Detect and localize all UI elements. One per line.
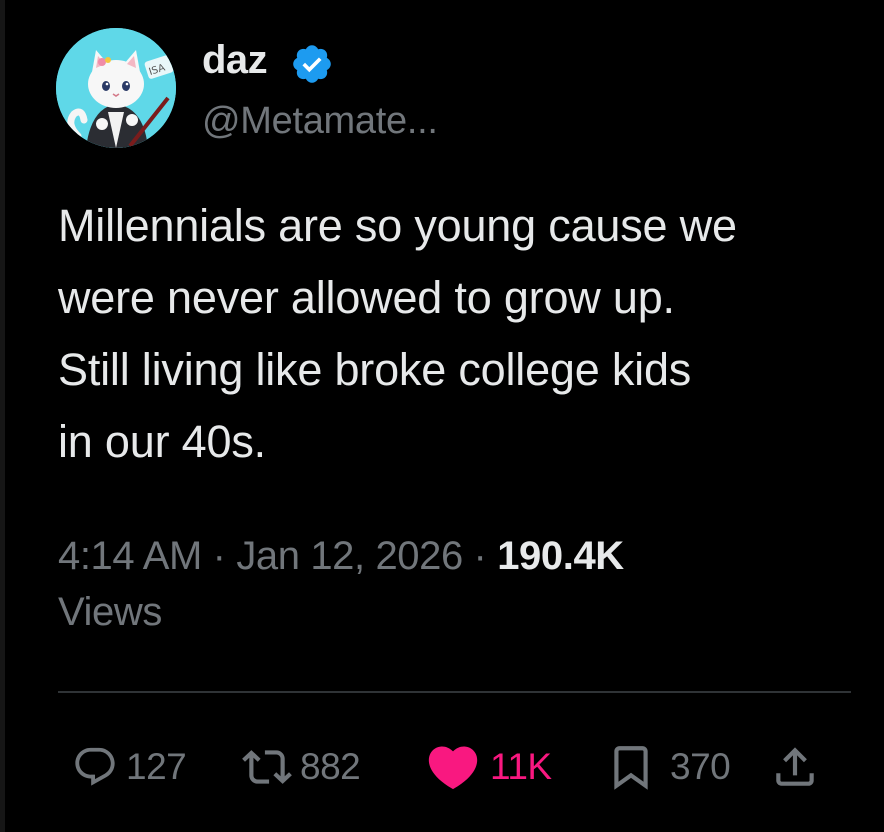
white-cat-avatar-icon: ISA bbox=[56, 28, 176, 148]
retweet-button[interactable]: 882 bbox=[242, 734, 361, 800]
tweet-date[interactable]: Jan 12, 2026 bbox=[236, 534, 463, 578]
meta-separator: · bbox=[201, 534, 237, 578]
bookmark-icon bbox=[614, 746, 648, 790]
user-handle[interactable]: @Metamate... bbox=[202, 98, 438, 144]
reply-icon bbox=[75, 747, 115, 786]
retweet-count: 882 bbox=[300, 746, 361, 787]
views-count: 190.4K bbox=[497, 534, 624, 578]
meta-separator: · bbox=[462, 534, 498, 578]
bookmark-button[interactable]: 370 bbox=[606, 734, 731, 800]
verified-badge-icon bbox=[293, 45, 331, 83]
left-border bbox=[0, 0, 5, 832]
tweet-text: Millennials are so young cause we were n… bbox=[58, 200, 737, 467]
reply-button[interactable]: 127 bbox=[72, 734, 187, 800]
share-icon bbox=[776, 747, 814, 786]
bookmark-count: 370 bbox=[670, 746, 731, 787]
tweet-header: ISA daz @Metamate... bbox=[56, 28, 836, 148]
like-button[interactable]: 11K bbox=[424, 734, 552, 800]
tweet-meta: 4:14 AM · Jan 12, 2026 · 190.4K Views bbox=[58, 528, 858, 640]
heart-icon bbox=[428, 746, 478, 790]
views-label: Views bbox=[58, 590, 162, 634]
divider bbox=[58, 691, 851, 693]
tweet-detail: ISA daz @Metamate... Millennials are so … bbox=[0, 0, 884, 832]
action-bar: 127 882 11K 370 bbox=[58, 734, 848, 800]
display-name[interactable]: daz bbox=[202, 36, 268, 84]
retweet-icon bbox=[242, 750, 292, 784]
tweet-time[interactable]: 4:14 AM bbox=[58, 534, 202, 578]
like-count: 11K bbox=[490, 746, 552, 787]
reply-count: 127 bbox=[126, 746, 187, 787]
avatar[interactable]: ISA bbox=[56, 28, 176, 148]
share-button[interactable] bbox=[770, 734, 820, 800]
